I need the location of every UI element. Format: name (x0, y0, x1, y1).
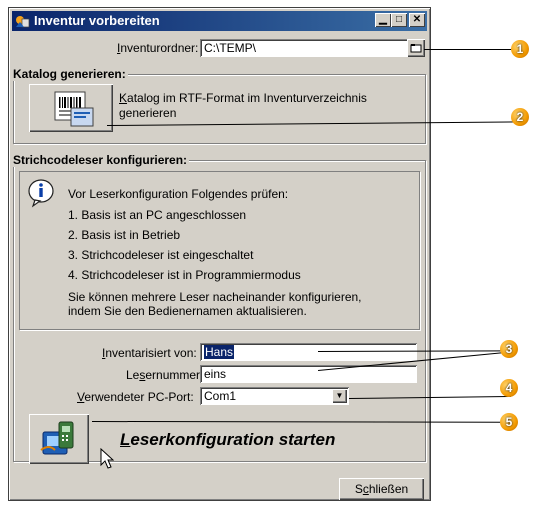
callout-4: 4 (500, 379, 518, 397)
dialog-window: Inventur vorbereiten ▁ □ ✕ Inventurordne… (8, 7, 431, 501)
callout-5: 5 (500, 413, 518, 431)
reader-number-field[interactable]: eins (200, 365, 417, 383)
chevron-down-icon[interactable]: ▼ (332, 389, 347, 403)
minimize-icon[interactable]: ▁ (375, 13, 391, 27)
start-configuration-label[interactable]: Leserkonfiguration starten (120, 430, 335, 450)
pc-port-select[interactable]: Com1 (200, 387, 349, 405)
browse-folder-button[interactable] (407, 39, 425, 57)
folder-value: C:\TEMP\ (204, 41, 257, 55)
scanner-group-title: Strichcodeleser konfigurieren: (11, 153, 190, 167)
generate-catalog-button[interactable] (29, 84, 113, 132)
catalog-desc-text: atalog im RTF-Format im Inventurverzeich… (127, 91, 367, 105)
title-bar[interactable]: Inventur vorbereiten ▁ □ ✕ (12, 11, 427, 31)
step-3: 3. Strichcodeleser ist eingeschaltet (68, 248, 254, 262)
pc-port-label-text: Verwendeter PC-Port: (77, 390, 194, 404)
inventoried-by-label-text: nventarisiert von: (105, 346, 197, 360)
barcode-document-icon (54, 91, 94, 127)
inventoried-by-label: Inventarisiert von: (102, 346, 197, 360)
folder-field[interactable]: C:\TEMP\ (200, 39, 409, 57)
callout-1: 1 (511, 40, 529, 58)
maximize-icon[interactable]: □ (391, 13, 407, 27)
pc-port-value: Com1 (204, 389, 237, 403)
step-1: 1. Basis ist an PC angeschlossen (68, 208, 247, 222)
close-icon[interactable]: ✕ (409, 13, 425, 27)
folder-label: Inventurordner: (117, 41, 199, 55)
note-line1: Sie können mehrere Leser nacheinander ko… (68, 290, 362, 304)
callout-3: 3 (500, 340, 518, 358)
folder-icon (410, 44, 422, 53)
callout-line-1 (424, 49, 520, 50)
window-title: Inventur vorbereiten (34, 13, 160, 28)
folder-label-rest: nventurordner: (120, 41, 199, 55)
inventoried-by-value: Hans (204, 345, 235, 359)
pc-port-label: Verwendeter PC-Port: (77, 390, 194, 404)
reader-number-label-text: Lesernummer: (126, 368, 204, 382)
inventory-app-icon (16, 16, 30, 28)
catalog-group-title: Katalog generieren: (11, 67, 128, 81)
inventoried-by-field[interactable]: Hans (200, 343, 417, 361)
mouse-cursor-icon (100, 448, 114, 469)
scanner-device-icon (40, 421, 74, 455)
close-button-label: Schließen (354, 482, 409, 496)
start-configuration-text: Leserkonfiguration starten (120, 430, 336, 449)
catalog-description-line2: generieren (119, 106, 177, 120)
close-button[interactable]: Schließen (339, 478, 424, 500)
reader-number-label: Lesernummer: (126, 368, 203, 382)
info-icon (28, 179, 54, 208)
step-4: 4. Strichcodeleser ist in Programmiermod… (68, 268, 301, 282)
start-configuration-button[interactable] (29, 414, 89, 464)
note-line2: indem Sie den Bedienernamen aktualisiere… (68, 304, 307, 318)
info-heading: Vor Leserkonfiguration Folgendes prüfen: (68, 187, 289, 201)
catalog-description-line1: Katalog im RTF-Format im Inventurverzeic… (119, 91, 367, 105)
step-2: 2. Basis ist in Betrieb (68, 228, 181, 242)
reader-number-value: eins (204, 367, 227, 381)
callout-2: 2 (511, 108, 529, 126)
